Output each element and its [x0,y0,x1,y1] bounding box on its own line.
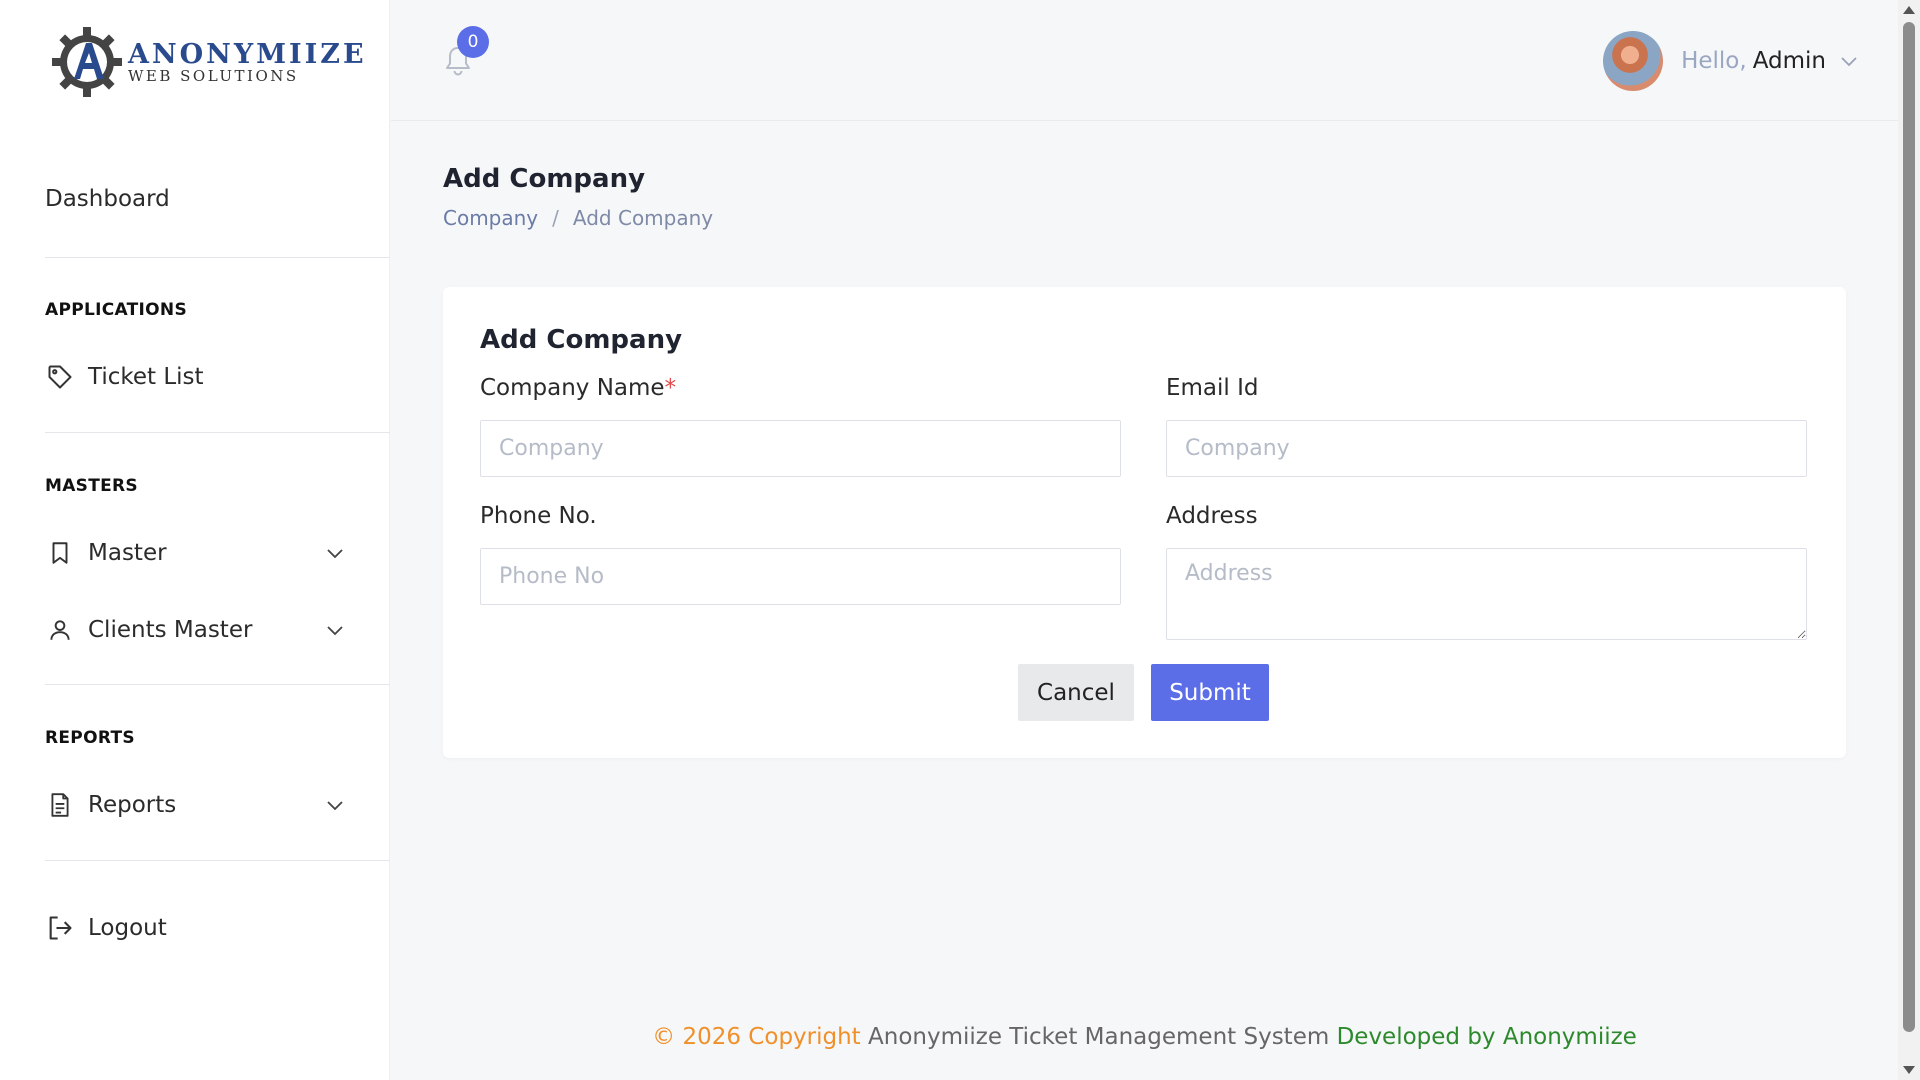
scroll-thumb[interactable] [1903,22,1915,1032]
page-scrollbar[interactable] [1898,0,1920,1080]
phone-input[interactable] [480,548,1121,605]
section-label-masters: MASTERS [45,476,138,496]
footer-copyright: © 2026 Copyright [652,1024,861,1050]
phone-label: Phone No. [480,503,597,529]
sidebar-item-logout[interactable]: Logout [45,913,345,943]
chevron-down-icon[interactable] [1840,54,1858,68]
tag-icon [45,362,75,392]
user-name[interactable]: Admin [1753,48,1826,74]
logout-icon [45,913,75,943]
brand-logo[interactable]: ANONYMIIZE WEB SOLUTIONS [50,24,364,100]
section-label-reports: REPORTS [45,728,135,748]
chevron-down-icon[interactable] [325,545,345,561]
sidebar-item-ticket-list[interactable]: Ticket List [45,362,345,392]
greeting-text: Hello, [1681,48,1747,74]
chevron-down-icon[interactable] [325,797,345,813]
page-title: Add Company [443,164,646,194]
footer-system-name: Anonymiize Ticket Management System [868,1024,1330,1050]
cancel-button[interactable]: Cancel [1018,664,1134,721]
submit-button[interactable]: Submit [1151,664,1269,721]
bookmark-icon [45,538,75,568]
form-title: Add Company [480,325,683,355]
address-textarea[interactable] [1166,548,1807,640]
sidebar-divider [45,684,390,685]
sidebar-item-clients-master[interactable]: Clients Master [45,615,345,645]
document-icon [45,790,75,820]
sidebar-item-dashboard[interactable]: Dashboard [45,186,345,212]
breadcrumb-separator: / [552,206,559,230]
sidebar-item-label: Ticket List [88,364,204,390]
company-name-label-text: Company Name [480,375,665,401]
footer: © 2026 Copyright Anonymiize Ticket Manag… [391,1024,1898,1050]
chevron-down-icon[interactable] [325,622,345,638]
sidebar-divider [45,860,390,861]
email-label: Email Id [1166,375,1259,401]
company-name-input[interactable] [480,420,1121,477]
scroll-down-arrow-icon[interactable] [1903,1066,1915,1074]
sidebar-item-label: Reports [88,792,177,818]
top-header: 0 Hello, Admin [391,0,1898,121]
notification-badge: 0 [457,26,489,58]
section-label-applications: APPLICATIONS [45,300,187,320]
sidebar-item-master[interactable]: Master [45,538,345,568]
sidebar-item-label: Dashboard [45,186,170,212]
user-menu[interactable]: Hello, Admin [1603,30,1858,92]
company-name-label: Company Name* [480,375,676,401]
footer-developer: Developed by Anonymiize [1336,1024,1637,1050]
sidebar-item-reports[interactable]: Reports [45,790,345,820]
required-mark: * [664,375,677,401]
sidebar-item-label: Logout [88,915,167,941]
breadcrumb: Company / Add Company [443,206,713,230]
avatar[interactable] [1603,31,1664,91]
sidebar-item-label: Master [88,540,167,566]
sidebar-divider [45,257,390,258]
address-label: Address [1166,503,1258,529]
sidebar-item-label: Clients Master [88,617,253,643]
sidebar: ANONYMIIZE WEB SOLUTIONS Dashboard APPLI… [0,0,390,1080]
add-company-form-card: Add Company Company Name* Email Id Phone… [443,287,1846,758]
brand-name: ANONYMIIZE [128,38,367,70]
sidebar-divider [45,432,390,433]
breadcrumb-link-company[interactable]: Company [443,206,538,230]
brand-tagline: WEB SOLUTIONS [128,66,299,85]
email-input[interactable] [1166,420,1807,477]
scroll-up-arrow-icon[interactable] [1903,6,1915,14]
user-icon [45,615,75,645]
gear-logo-icon [52,27,122,97]
breadcrumb-current: Add Company [572,206,714,230]
